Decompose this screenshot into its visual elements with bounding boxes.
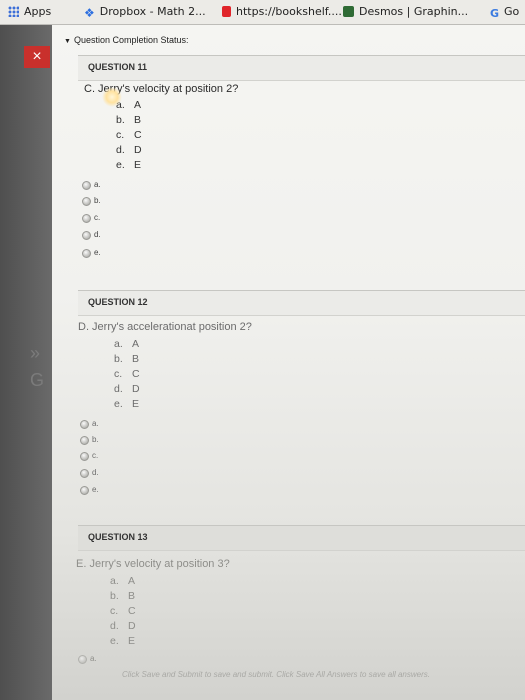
- option-item: c. C: [110, 605, 136, 617]
- radio-label: e.: [92, 485, 99, 494]
- option-item: e. E: [116, 159, 142, 171]
- side-panel: » G: [0, 25, 52, 700]
- option-item: d. D: [116, 144, 142, 156]
- question-text: D. Jerry's accelerationat position 2?: [78, 321, 252, 333]
- option-item: b. B: [116, 114, 142, 126]
- bookmark-google[interactable]: G Go: [490, 5, 519, 20]
- radio-label: a.: [94, 180, 101, 189]
- question-header: QUESTION 13: [78, 525, 525, 551]
- bookmark-desmos[interactable]: Desmos | Graphin...: [343, 5, 468, 18]
- radio-d[interactable]: [82, 231, 91, 240]
- question-header: QUESTION 11: [78, 55, 525, 81]
- option-item: d. D: [110, 620, 136, 632]
- radio-label: b.: [92, 435, 99, 444]
- apps-grid-icon: [8, 6, 19, 17]
- radio-a[interactable]: [82, 181, 91, 190]
- radio-label: c.: [94, 213, 101, 222]
- save-instructions: Click Save and Submit to save and submit…: [122, 670, 430, 679]
- question-text: E. Jerry's velocity at position 3?: [76, 558, 230, 570]
- radio-a[interactable]: [80, 420, 89, 429]
- radio-label: e.: [94, 248, 101, 257]
- radio-b[interactable]: [82, 197, 91, 206]
- radio-c[interactable]: [82, 214, 91, 223]
- radio-label: b.: [94, 196, 101, 205]
- light-glare: [102, 87, 122, 107]
- option-item: c. C: [114, 368, 140, 380]
- grade-icon: G: [30, 370, 45, 390]
- question-completion-status[interactable]: ▼ Question Completion Status:: [64, 35, 189, 45]
- bookmark-bookshelf[interactable]: https://bookshelf....: [222, 5, 342, 18]
- radio-b[interactable]: [80, 436, 89, 445]
- radio-label: d.: [94, 230, 101, 239]
- radio-c[interactable]: [80, 452, 89, 461]
- option-item: b. B: [114, 353, 140, 365]
- bookmarks-bar: Apps ❖ Dropbox - Math 2... https://booksh…: [0, 0, 525, 25]
- radio-e[interactable]: [80, 486, 89, 495]
- radio-label: d.: [92, 468, 99, 477]
- question-header: QUESTION 12: [78, 290, 525, 316]
- option-item: b. B: [110, 590, 136, 602]
- google-icon: G: [490, 7, 500, 20]
- radio-a[interactable]: [78, 655, 87, 664]
- radio-e[interactable]: [82, 249, 91, 258]
- radio-label: a.: [90, 654, 97, 663]
- bookshelf-icon: [222, 6, 231, 17]
- desmos-icon: [343, 6, 354, 17]
- option-item: e. E: [110, 635, 136, 647]
- option-item: a. A: [110, 575, 136, 587]
- radio-label: c.: [92, 451, 99, 460]
- test-page: ▼ Question Completion Status: QUESTION 11…: [52, 25, 525, 700]
- radio-label: a.: [92, 419, 99, 428]
- option-item: e. E: [114, 398, 140, 410]
- option-item: a. A: [114, 338, 140, 350]
- option-item: d. D: [114, 383, 140, 395]
- radio-d[interactable]: [80, 469, 89, 478]
- dropbox-icon: ❖: [84, 6, 95, 20]
- option-item: c. C: [116, 129, 142, 141]
- close-button[interactable]: ×: [24, 46, 50, 68]
- collapse-arrows-icon: »: [30, 343, 41, 363]
- bookmark-apps[interactable]: Apps: [8, 5, 51, 18]
- bookmark-dropbox[interactable]: ❖ Dropbox - Math 2...: [84, 5, 206, 20]
- collapse-triangle-icon: ▼: [64, 38, 71, 45]
